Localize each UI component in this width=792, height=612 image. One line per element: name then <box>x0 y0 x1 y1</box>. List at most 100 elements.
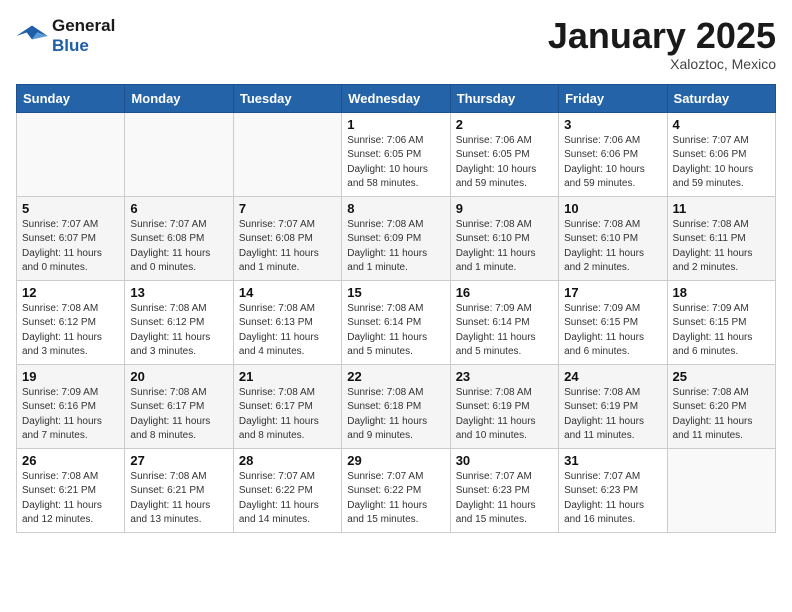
day-info: Sunrise: 7:08 AM Sunset: 6:12 PM Dayligh… <box>130 302 227 360</box>
day-cell-28: 28 Sunrise: 7:07 AM Sunset: 6:22 PM Dayli… <box>233 448 341 532</box>
day-number: 20 <box>130 369 227 384</box>
calendar-title: January 2025 <box>548 16 776 56</box>
day-info: Sunrise: 7:08 AM Sunset: 6:12 PM Dayligh… <box>22 302 119 360</box>
day-cell-10: 10Sunrise: 7:08 AM Sunset: 6:10 PM Dayli… <box>559 196 667 280</box>
day-number: 5 <box>22 201 119 216</box>
day-cell-5: 5 Sunrise: 7:07 AM Sunset: 6:07 PM Daylig… <box>17 196 125 280</box>
day-number: 21 <box>239 369 336 384</box>
day-cell-15: 15 Sunrise: 7:08 AM Sunset: 6:14 PM Dayli… <box>342 280 450 364</box>
day-cell-21: 21 Sunrise: 7:08 AM Sunset: 6:17 PM Dayli… <box>233 364 341 448</box>
logo: General Blue <box>16 16 115 55</box>
title-block: January 2025 Xaloztoc, Mexico <box>548 16 776 72</box>
day-number: 28 <box>239 453 336 468</box>
day-cell-16: 16 Sunrise: 7:09 AM Sunset: 6:14 PM Dayli… <box>450 280 558 364</box>
day-number: 6 <box>130 201 227 216</box>
day-info: Sunrise: 7:08 AM Sunset: 6:09 PM Dayligh… <box>347 218 444 276</box>
day-number: 14 <box>239 285 336 300</box>
day-number: 7 <box>239 201 336 216</box>
day-info: Sunrise: 7:08 AM Sunset: 6:10 PM Dayligh… <box>564 218 661 276</box>
day-cell-9: 9Sunrise: 7:08 AM Sunset: 6:10 PM Daylig… <box>450 196 558 280</box>
day-info: Sunrise: 7:07 AM Sunset: 6:23 PM Dayligh… <box>564 470 661 528</box>
weekday-header-tuesday: Tuesday <box>233 84 341 112</box>
day-number: 25 <box>673 369 770 384</box>
day-cell-14: 14 Sunrise: 7:08 AM Sunset: 6:13 PM Dayli… <box>233 280 341 364</box>
day-info: Sunrise: 7:08 AM Sunset: 6:19 PM Dayligh… <box>456 386 553 444</box>
day-cell-6: 6Sunrise: 7:07 AM Sunset: 6:08 PM Daylig… <box>125 196 233 280</box>
day-number: 23 <box>456 369 553 384</box>
day-cell-18: 18 Sunrise: 7:09 AM Sunset: 6:15 PM Dayli… <box>667 280 775 364</box>
day-info: Sunrise: 7:08 AM Sunset: 6:21 PM Dayligh… <box>22 470 119 528</box>
day-cell-8: 8 Sunrise: 7:08 AM Sunset: 6:09 PM Daylig… <box>342 196 450 280</box>
day-info: Sunrise: 7:08 AM Sunset: 6:21 PM Dayligh… <box>130 470 227 528</box>
empty-cell <box>125 112 233 196</box>
day-number: 15 <box>347 285 444 300</box>
logo-line1: General <box>52 16 115 36</box>
day-cell-29: 29 Sunrise: 7:07 AM Sunset: 6:22 PM Dayli… <box>342 448 450 532</box>
day-number: 17 <box>564 285 661 300</box>
day-cell-4: 4Sunrise: 7:07 AM Sunset: 6:06 PM Daylig… <box>667 112 775 196</box>
day-cell-25: 25 Sunrise: 7:08 AM Sunset: 6:20 PM Dayli… <box>667 364 775 448</box>
day-number: 24 <box>564 369 661 384</box>
calendar-subtitle: Xaloztoc, Mexico <box>548 56 776 72</box>
day-cell-1: 1 Sunrise: 7:06 AM Sunset: 6:05 PM Daylig… <box>342 112 450 196</box>
day-info: Sunrise: 7:07 AM Sunset: 6:22 PM Dayligh… <box>347 470 444 528</box>
day-info: Sunrise: 7:09 AM Sunset: 6:15 PM Dayligh… <box>673 302 770 360</box>
day-info: Sunrise: 7:08 AM Sunset: 6:20 PM Dayligh… <box>673 386 770 444</box>
day-number: 8 <box>347 201 444 216</box>
day-number: 13 <box>130 285 227 300</box>
day-number: 27 <box>130 453 227 468</box>
day-number: 22 <box>347 369 444 384</box>
day-cell-11: 11 Sunrise: 7:08 AM Sunset: 6:11 PM Dayli… <box>667 196 775 280</box>
weekday-header-saturday: Saturday <box>667 84 775 112</box>
weekday-header-thursday: Thursday <box>450 84 558 112</box>
day-cell-30: 30 Sunrise: 7:07 AM Sunset: 6:23 PM Dayli… <box>450 448 558 532</box>
day-number: 29 <box>347 453 444 468</box>
day-info: Sunrise: 7:09 AM Sunset: 6:16 PM Dayligh… <box>22 386 119 444</box>
day-info: Sunrise: 7:09 AM Sunset: 6:14 PM Dayligh… <box>456 302 553 360</box>
empty-cell <box>667 448 775 532</box>
day-number: 3 <box>564 117 661 132</box>
day-cell-13: 13 Sunrise: 7:08 AM Sunset: 6:12 PM Dayli… <box>125 280 233 364</box>
day-cell-23: 23 Sunrise: 7:08 AM Sunset: 6:19 PM Dayli… <box>450 364 558 448</box>
day-info: Sunrise: 7:08 AM Sunset: 6:11 PM Dayligh… <box>673 218 770 276</box>
day-number: 2 <box>456 117 553 132</box>
day-cell-24: 24 Sunrise: 7:08 AM Sunset: 6:19 PM Dayli… <box>559 364 667 448</box>
day-number: 18 <box>673 285 770 300</box>
day-number: 9 <box>456 201 553 216</box>
day-cell-22: 22 Sunrise: 7:08 AM Sunset: 6:18 PM Dayli… <box>342 364 450 448</box>
day-info: Sunrise: 7:07 AM Sunset: 6:07 PM Dayligh… <box>22 218 119 276</box>
day-cell-17: 17 Sunrise: 7:09 AM Sunset: 6:15 PM Dayli… <box>559 280 667 364</box>
day-info: Sunrise: 7:07 AM Sunset: 6:22 PM Dayligh… <box>239 470 336 528</box>
day-cell-20: 20 Sunrise: 7:08 AM Sunset: 6:17 PM Dayli… <box>125 364 233 448</box>
day-cell-2: 2Sunrise: 7:06 AM Sunset: 6:05 PM Daylig… <box>450 112 558 196</box>
day-number: 30 <box>456 453 553 468</box>
day-number: 16 <box>456 285 553 300</box>
day-info: Sunrise: 7:08 AM Sunset: 6:13 PM Dayligh… <box>239 302 336 360</box>
day-info: Sunrise: 7:08 AM Sunset: 6:18 PM Dayligh… <box>347 386 444 444</box>
empty-cell <box>17 112 125 196</box>
day-info: Sunrise: 7:08 AM Sunset: 6:17 PM Dayligh… <box>130 386 227 444</box>
weekday-header-monday: Monday <box>125 84 233 112</box>
day-info: Sunrise: 7:06 AM Sunset: 6:05 PM Dayligh… <box>347 134 444 192</box>
day-number: 1 <box>347 117 444 132</box>
day-info: Sunrise: 7:07 AM Sunset: 6:06 PM Dayligh… <box>673 134 770 192</box>
logo-line2: Blue <box>52 36 115 56</box>
day-info: Sunrise: 7:08 AM Sunset: 6:19 PM Dayligh… <box>564 386 661 444</box>
day-cell-19: 19 Sunrise: 7:09 AM Sunset: 6:16 PM Dayli… <box>17 364 125 448</box>
weekday-header-friday: Friday <box>559 84 667 112</box>
day-number: 31 <box>564 453 661 468</box>
day-cell-12: 12 Sunrise: 7:08 AM Sunset: 6:12 PM Dayli… <box>17 280 125 364</box>
day-info: Sunrise: 7:07 AM Sunset: 6:23 PM Dayligh… <box>456 470 553 528</box>
day-number: 11 <box>673 201 770 216</box>
day-info: Sunrise: 7:09 AM Sunset: 6:15 PM Dayligh… <box>564 302 661 360</box>
day-number: 12 <box>22 285 119 300</box>
day-info: Sunrise: 7:08 AM Sunset: 6:14 PM Dayligh… <box>347 302 444 360</box>
day-cell-31: 31 Sunrise: 7:07 AM Sunset: 6:23 PM Dayli… <box>559 448 667 532</box>
day-number: 19 <box>22 369 119 384</box>
day-info: Sunrise: 7:06 AM Sunset: 6:06 PM Dayligh… <box>564 134 661 192</box>
weekday-header-sunday: Sunday <box>17 84 125 112</box>
day-info: Sunrise: 7:07 AM Sunset: 6:08 PM Dayligh… <box>239 218 336 276</box>
logo-icon <box>16 22 48 50</box>
calendar-table: SundayMondayTuesdayWednesdayThursdayFrid… <box>16 84 776 533</box>
day-info: Sunrise: 7:08 AM Sunset: 6:17 PM Dayligh… <box>239 386 336 444</box>
